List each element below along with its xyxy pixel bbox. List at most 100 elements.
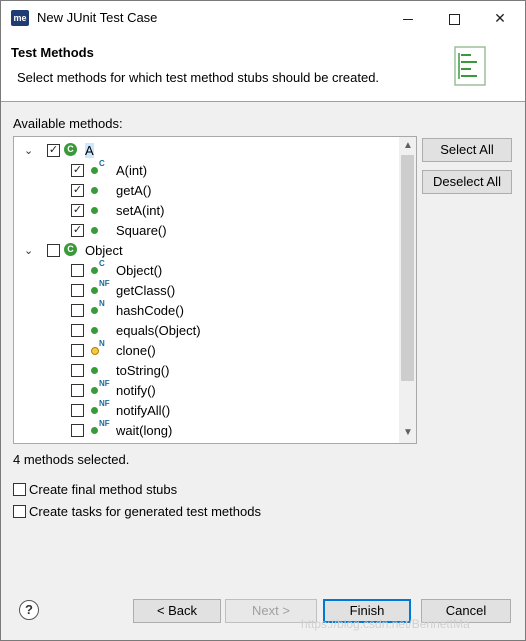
page-description: Select methods for which test method stu… (17, 70, 380, 85)
close-icon: ✕ (494, 10, 506, 26)
method-label: getClass() (116, 283, 176, 298)
protected-method-icon (91, 347, 99, 355)
tree-method-row[interactable]: ✓ Square() (14, 221, 394, 241)
final-stubs-checkbox[interactable] (13, 483, 26, 496)
method-checkbox[interactable] (71, 384, 84, 397)
method-label: clone() (116, 343, 156, 358)
method-label: notify() (116, 383, 156, 398)
maximize-icon (448, 13, 460, 25)
public-method-icon (91, 227, 98, 234)
available-methods-label: Available methods: (13, 116, 123, 131)
tree-method-row[interactable]: NF wait(long) (14, 419, 394, 441)
wizard-header: Test Methods Select methods for which te… (1, 35, 525, 102)
public-method-icon (91, 327, 98, 334)
tree-method-row[interactable]: NhashCode() (14, 299, 394, 321)
method-label: equals(Object) (116, 323, 201, 338)
title-bar: me New JUnit Test Case ✕ (1, 1, 525, 35)
method-label: notifyAll() (116, 403, 171, 418)
tree-method-row[interactable]: C Object() (14, 259, 394, 281)
method-label: getA() (116, 183, 152, 198)
method-checkbox[interactable] (71, 424, 84, 437)
public-method-icon (91, 287, 98, 294)
expand-chevron-icon[interactable]: ⌄ (24, 144, 36, 157)
tree-method-row[interactable]: NF notifyAll() (14, 399, 394, 421)
help-icon[interactable]: ? (19, 600, 39, 620)
public-method-icon (91, 267, 98, 274)
page-title: Test Methods (11, 45, 94, 60)
watermark-text: https://blog.csdn.net/BennettMa (301, 617, 470, 631)
tree-method-row[interactable]: NF notify() (14, 379, 394, 401)
minimize-button[interactable] (385, 1, 431, 35)
window-title: New JUnit Test Case (37, 10, 158, 25)
public-method-icon (91, 167, 98, 174)
method-modifier-badge: C (99, 159, 105, 168)
create-tasks-checkbox[interactable] (13, 505, 26, 518)
method-checkbox[interactable] (71, 364, 84, 377)
scroll-up-icon[interactable]: ▲ (403, 140, 413, 151)
dialog-window: me New JUnit Test Case ✕ Test Methods Se… (0, 0, 526, 641)
deselect-all-button[interactable]: Deselect All (422, 170, 512, 194)
method-modifier-badge: N (99, 339, 105, 348)
methods-tree[interactable]: ▲ ▼ ⌄ ✓ C A ✓ C A(int) ✓ getA() ✓ setA(int) ✓ Square… (13, 136, 417, 444)
method-checkbox[interactable] (71, 404, 84, 417)
public-method-icon (91, 207, 98, 214)
select-all-button[interactable]: Select All (422, 138, 512, 162)
method-checkbox[interactable]: ✓ (71, 204, 84, 217)
class-icon: C (64, 243, 77, 256)
class-label: Object (85, 243, 123, 258)
method-checkbox[interactable] (71, 324, 84, 337)
method-modifier-badge: C (99, 259, 105, 268)
method-checkbox[interactable]: ✓ (71, 164, 84, 177)
minimize-icon (403, 18, 413, 20)
create-tasks-label: Create tasks for generated test methods (29, 504, 261, 519)
class-label: A (85, 143, 94, 158)
method-label: wait(long) (116, 423, 173, 438)
tree-method-row[interactable]: equals(Object) (14, 321, 394, 341)
selection-status: 4 methods selected. (13, 452, 130, 467)
method-modifier-badge: NF (99, 379, 110, 388)
public-method-icon (91, 367, 98, 374)
method-modifier-badge: NF (99, 399, 110, 408)
method-label: Object() (116, 263, 163, 278)
app-icon: me (11, 10, 29, 26)
method-checkbox[interactable] (71, 344, 84, 357)
method-checkbox[interactable] (71, 304, 84, 317)
method-modifier-badge: N (99, 299, 105, 308)
method-checkbox[interactable]: ✓ (71, 184, 84, 197)
method-checkbox[interactable]: ✓ (71, 224, 84, 237)
tree-class-row[interactable]: ⌄ ✓ C A (14, 141, 394, 161)
tree-method-row[interactable]: NF getClass() (14, 279, 394, 301)
method-modifier-badge: NF (99, 279, 110, 288)
scroll-thumb[interactable] (401, 155, 414, 381)
final-stubs-label: Create final method stubs (29, 482, 178, 497)
public-method-icon (91, 387, 98, 394)
method-label: setA(int) (116, 203, 165, 218)
tree-method-row[interactable]: ✓ getA() (14, 181, 394, 201)
method-label: toString() (116, 363, 170, 378)
public-method-icon (91, 307, 98, 314)
method-label: hashCode() (116, 303, 184, 318)
tree-class-row[interactable]: ⌄ C Object (14, 241, 394, 261)
close-button[interactable]: ✕ (477, 1, 523, 35)
method-label: Square() (116, 223, 167, 238)
method-checkbox[interactable] (47, 244, 60, 257)
maximize-button[interactable] (431, 1, 477, 35)
tree-scrollbar[interactable]: ▲ ▼ (399, 137, 416, 443)
method-label: A(int) (116, 163, 148, 178)
back-button[interactable]: < Back (133, 599, 221, 623)
method-checkbox[interactable] (71, 284, 84, 297)
method-checkbox[interactable]: ✓ (47, 144, 60, 157)
scroll-down-icon[interactable]: ▼ (403, 427, 413, 438)
tree-method-row[interactable]: toString() (14, 361, 394, 381)
class-icon: C (64, 143, 77, 156)
public-method-icon (91, 427, 98, 434)
method-checkbox[interactable] (71, 264, 84, 277)
tree-method-row[interactable]: ✓ C A(int) (14, 159, 394, 181)
method-modifier-badge: NF (99, 419, 110, 428)
tree-method-row[interactable]: ✓ setA(int) (14, 201, 394, 221)
tree-method-row[interactable]: Nclone() (14, 339, 394, 361)
junit-banner-icon (454, 46, 486, 86)
public-method-icon (91, 407, 98, 414)
expand-chevron-icon[interactable]: ⌄ (24, 244, 36, 257)
public-method-icon (91, 187, 98, 194)
